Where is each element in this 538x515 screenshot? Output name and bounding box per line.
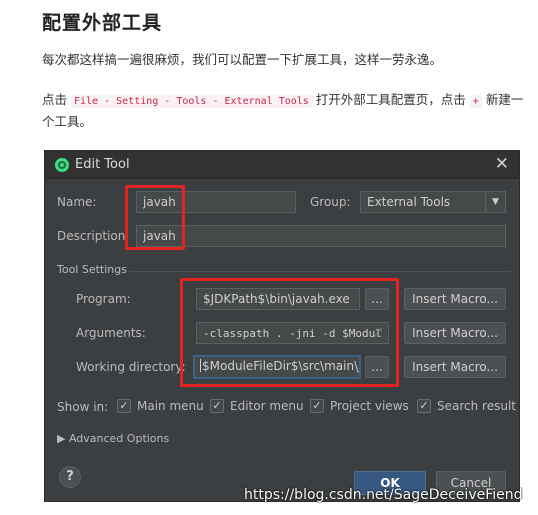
advanced-options-toggle[interactable]: ▶ Advanced Options — [57, 432, 169, 445]
group-select[interactable]: External Tools ▼ — [360, 191, 506, 213]
text-caret — [200, 359, 201, 372]
name-input[interactable]: javah — [136, 191, 296, 213]
article-heading: 配置外部工具 — [42, 12, 163, 34]
program-input[interactable]: $JDKPath$\bin\javah.exe — [196, 288, 360, 310]
show-in-label: Show in: — [57, 400, 109, 414]
advanced-options-label: Advanced Options — [68, 432, 170, 445]
arguments-label: Arguments: — [76, 326, 146, 340]
edit-tool-dialog: Edit Tool ✕ Name: javah Group: External … — [44, 150, 520, 502]
working-directory-insert-macro-button[interactable]: Insert Macro... — [404, 356, 506, 378]
help-button[interactable]: ? — [59, 466, 81, 488]
description-input[interactable]: javah — [136, 225, 506, 247]
program-insert-macro-button[interactable]: Insert Macro... — [404, 288, 506, 310]
close-icon[interactable]: ✕ — [495, 154, 509, 174]
project-views-label: Project views — [330, 399, 409, 413]
expand-icon[interactable]: ⤢ — [373, 326, 382, 340]
chevron-right-icon: ▶ — [57, 432, 66, 445]
checkmark-icon: ✓ — [310, 399, 324, 413]
show-in-main-menu-checkbox[interactable]: ✓ Main menu — [117, 399, 204, 413]
chevron-down-icon: ▼ — [485, 192, 505, 212]
editor-menu-label: Editor menu — [230, 399, 304, 413]
arguments-insert-macro-button[interactable]: Insert Macro... — [404, 322, 506, 344]
group-label: Group: — [310, 195, 351, 209]
description-label: Description: — [57, 229, 130, 243]
show-in-search-result-checkbox[interactable]: ✓ Search result — [417, 399, 516, 413]
name-label: Name: — [57, 195, 97, 209]
para2-prefix: 点击 — [42, 92, 68, 107]
arguments-value: -classpath . -jni -d $Modul — [203, 327, 382, 340]
article-paragraph-1: 每次都这样搞一遍很麻烦，我们可以配置一下扩展工具，这样一劳永逸。 — [42, 52, 443, 67]
settings-path-code: File - Setting - Tools - External Tools — [71, 95, 312, 108]
main-menu-label: Main menu — [137, 399, 204, 413]
checkmark-icon: ✓ — [117, 399, 131, 413]
search-result-label: Search result — [437, 399, 516, 413]
android-studio-icon — [55, 158, 69, 172]
section-divider — [129, 271, 511, 272]
working-directory-browse-button[interactable]: ... — [365, 356, 389, 378]
dialog-titlebar: Edit Tool ✕ — [45, 151, 519, 179]
checkmark-icon: ✓ — [417, 399, 431, 413]
arguments-input[interactable]: -classpath . -jni -d $Modul ⤢ — [196, 322, 389, 344]
group-select-value: External Tools — [367, 195, 451, 209]
working-directory-input[interactable]: $ModuleFileDir$\src\main\J — [193, 355, 361, 379]
show-in-editor-menu-checkbox[interactable]: ✓ Editor menu — [210, 399, 304, 413]
program-label: Program: — [76, 292, 131, 306]
para2-middle: 打开外部工具配置页，点击 — [315, 92, 466, 107]
checkmark-icon: ✓ — [210, 399, 224, 413]
plus-code: + — [469, 95, 482, 108]
dialog-title: Edit Tool — [75, 157, 130, 172]
article-paragraph-2: 点击 File - Setting - Tools - External Too… — [42, 90, 528, 132]
program-browse-button[interactable]: ... — [365, 288, 389, 310]
working-directory-label: Working directory: — [76, 360, 186, 374]
working-directory-value: $ModuleFileDir$\src\main\J — [202, 359, 361, 373]
watermark: https://blog.csdn.net/SageDeceiveFiend — [244, 487, 523, 503]
tool-settings-section-label: Tool Settings — [57, 263, 127, 276]
show-in-project-views-checkbox[interactable]: ✓ Project views — [310, 399, 409, 413]
